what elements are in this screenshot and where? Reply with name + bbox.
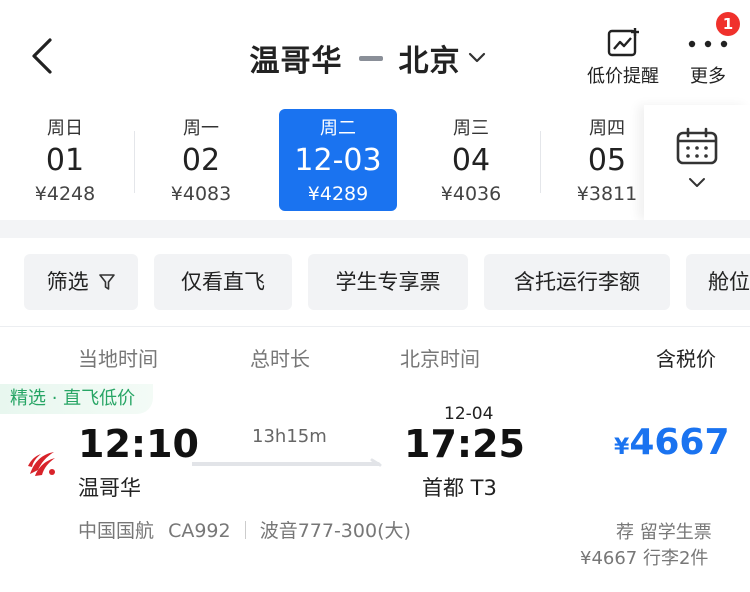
date-day: 01 bbox=[45, 143, 85, 178]
date-day: 12-03 bbox=[294, 143, 382, 178]
price-amount: 4667 bbox=[629, 422, 730, 463]
chevron-down-icon[interactable] bbox=[467, 51, 487, 65]
flight-price: ¥4667 bbox=[614, 422, 730, 463]
calendar-button[interactable] bbox=[644, 105, 750, 220]
duration-arrow-icon bbox=[192, 458, 382, 467]
filter-label: 学生专享票 bbox=[335, 270, 441, 294]
filter-button[interactable]: 筛选 bbox=[24, 254, 138, 310]
date-weekday: 周日 bbox=[47, 118, 83, 139]
column-header: 当地时间 总时长 北京时间 含税价 bbox=[0, 326, 750, 386]
date-day: 02 bbox=[181, 143, 221, 178]
date-price: ¥4248 bbox=[34, 183, 96, 205]
arrival-date: 12-04 bbox=[444, 404, 494, 424]
flight-duration: 13h15m bbox=[252, 426, 327, 447]
date-option-01[interactable]: 周日 01 ¥4248 bbox=[6, 109, 124, 211]
notification-badge: 1 bbox=[716, 12, 740, 36]
price-alert-label: 低价提醒 bbox=[587, 66, 659, 87]
info-divider bbox=[244, 521, 246, 539]
date-weekday: 周二 bbox=[320, 118, 356, 139]
top-header: 温哥华 北京 低价提醒 1 更多 bbox=[0, 0, 750, 105]
recommend-fare: 荐 留学生票 bbox=[616, 522, 712, 543]
date-weekday: 周三 bbox=[453, 118, 489, 139]
airline-name: 中国国航 bbox=[78, 520, 155, 542]
more-button[interactable]: 1 更多 bbox=[680, 12, 740, 88]
flight-number: CA992 bbox=[168, 520, 231, 542]
date-price: ¥4289 bbox=[307, 183, 369, 205]
aircraft-type: 波音777-300(大) bbox=[259, 520, 411, 542]
date-price: ¥4036 bbox=[440, 183, 502, 205]
filter-cabin-class[interactable]: 舱位 bbox=[686, 254, 750, 310]
col-price-incl-tax: 含税价 bbox=[656, 347, 716, 371]
origin-city: 温哥华 bbox=[249, 44, 343, 79]
filter-label: 含托运行李额 bbox=[514, 270, 640, 294]
filter-student-fare[interactable]: 学生专享票 bbox=[308, 254, 468, 310]
flight-card[interactable]: 精选 · 直飞低价 12:10 温哥华 13h15m 12-04 17:25 首… bbox=[0, 384, 750, 592]
more-dots-icon bbox=[688, 40, 728, 48]
filter-funnel-icon bbox=[99, 274, 116, 290]
arrival-time: 17:25 bbox=[404, 422, 525, 466]
col-local-time: 当地时间 bbox=[78, 347, 158, 371]
filter-nonstop-only[interactable]: 仅看直飞 bbox=[154, 254, 292, 310]
departure-city: 温哥华 bbox=[78, 476, 141, 500]
filter-checked-baggage[interactable]: 含托运行李额 bbox=[484, 254, 670, 310]
calendar-icon bbox=[676, 127, 718, 165]
air-china-logo-icon bbox=[28, 452, 55, 476]
trend-chart-icon bbox=[607, 28, 639, 57]
filter-bar: 筛选 仅看直飞 学生专享票 含托运行李额 舱位 bbox=[0, 238, 750, 326]
more-label: 更多 bbox=[690, 66, 726, 87]
date-weekday: 周一 bbox=[183, 118, 219, 139]
departure-time: 12:10 bbox=[78, 422, 199, 466]
chevron-down-icon bbox=[689, 178, 705, 187]
date-day: 04 bbox=[451, 143, 491, 178]
destination-city: 北京 bbox=[398, 44, 461, 79]
route-dash-icon bbox=[358, 55, 383, 61]
date-selector: 周日 01 ¥4248 周一 02 ¥4083 周二 12-03 ¥4289 周… bbox=[0, 105, 750, 220]
filter-label: 仅看直飞 bbox=[181, 270, 265, 294]
col-beijing-time: 北京时间 bbox=[400, 347, 480, 371]
date-option-04[interactable]: 周三 04 ¥4036 bbox=[412, 109, 530, 211]
price-alert-button[interactable]: 低价提醒 bbox=[582, 26, 664, 88]
fare-baggage-info: ¥4667 行李2件 bbox=[580, 548, 709, 569]
recommend-tag: 精选 · 直飞低价 bbox=[0, 384, 154, 414]
date-option-12-03-selected[interactable]: 周二 12-03 ¥4289 bbox=[279, 109, 397, 211]
flight-details: 中国国航 CA992 波音777-300(大) bbox=[78, 516, 411, 543]
date-price: ¥4083 bbox=[170, 183, 232, 205]
col-duration: 总时长 bbox=[250, 347, 310, 371]
filter-label: 舱位 bbox=[708, 270, 750, 294]
section-gap bbox=[0, 220, 750, 238]
arrival-terminal: 首都 T3 bbox=[422, 476, 497, 500]
filter-label: 筛选 bbox=[46, 270, 89, 294]
date-divider bbox=[540, 131, 541, 193]
date-option-02[interactable]: 周一 02 ¥4083 bbox=[142, 109, 260, 211]
price-currency: ¥ bbox=[614, 435, 630, 460]
date-divider bbox=[134, 131, 135, 193]
